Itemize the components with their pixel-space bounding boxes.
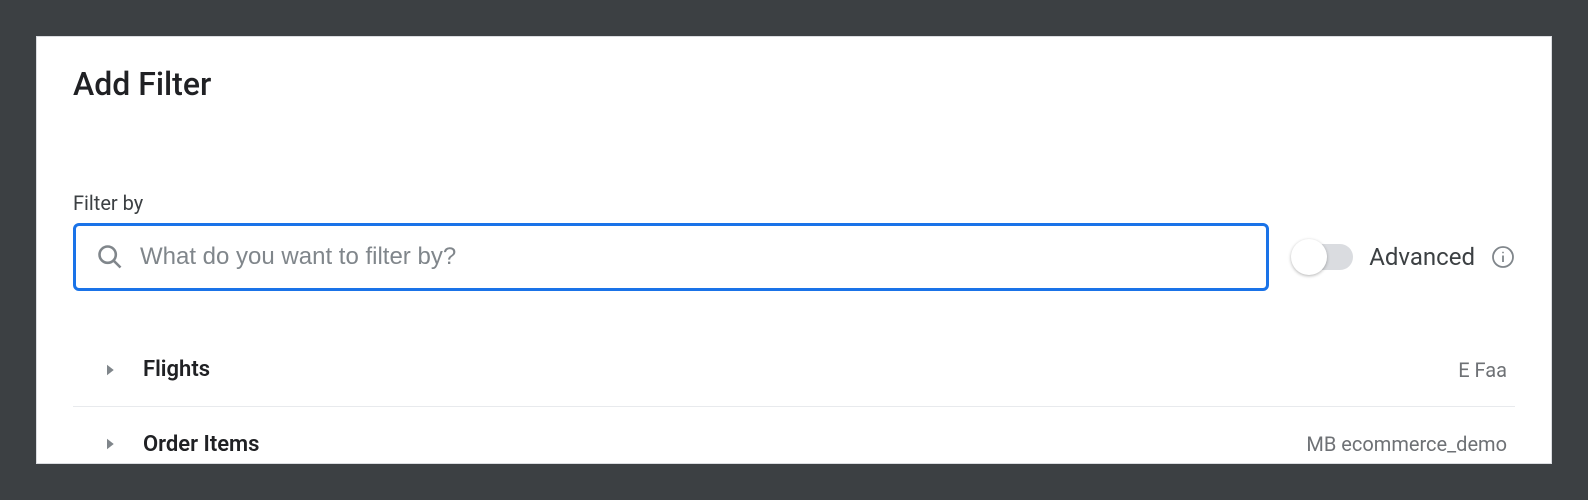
filter-source-list: Flights E Faa Order Items MB ecommerce_d… [73,333,1515,464]
add-filter-dialog: Add Filter Filter by Advanced [36,36,1552,464]
dialog-title: Add Filter [73,65,1515,103]
filter-by-label: Filter by [73,191,1515,215]
advanced-toggle-group: Advanced [1293,243,1515,271]
list-item-label: Flights [143,357,1458,382]
search-box[interactable] [73,223,1269,291]
advanced-toggle[interactable] [1293,244,1353,270]
search-icon [96,243,124,271]
info-icon[interactable] [1491,245,1515,269]
list-item[interactable]: Flights E Faa [73,333,1515,407]
list-item-label: Order Items [143,432,1306,457]
toggle-knob [1291,239,1327,275]
search-row: Advanced [73,223,1515,291]
list-item-meta: E Faa [1458,358,1507,382]
filter-search-input[interactable] [140,243,1246,271]
chevron-right-icon [101,361,119,379]
list-item[interactable]: Order Items MB ecommerce_demo [73,407,1515,464]
chevron-right-icon [101,435,119,453]
advanced-label: Advanced [1369,243,1475,271]
list-item-meta: MB ecommerce_demo [1306,432,1507,456]
